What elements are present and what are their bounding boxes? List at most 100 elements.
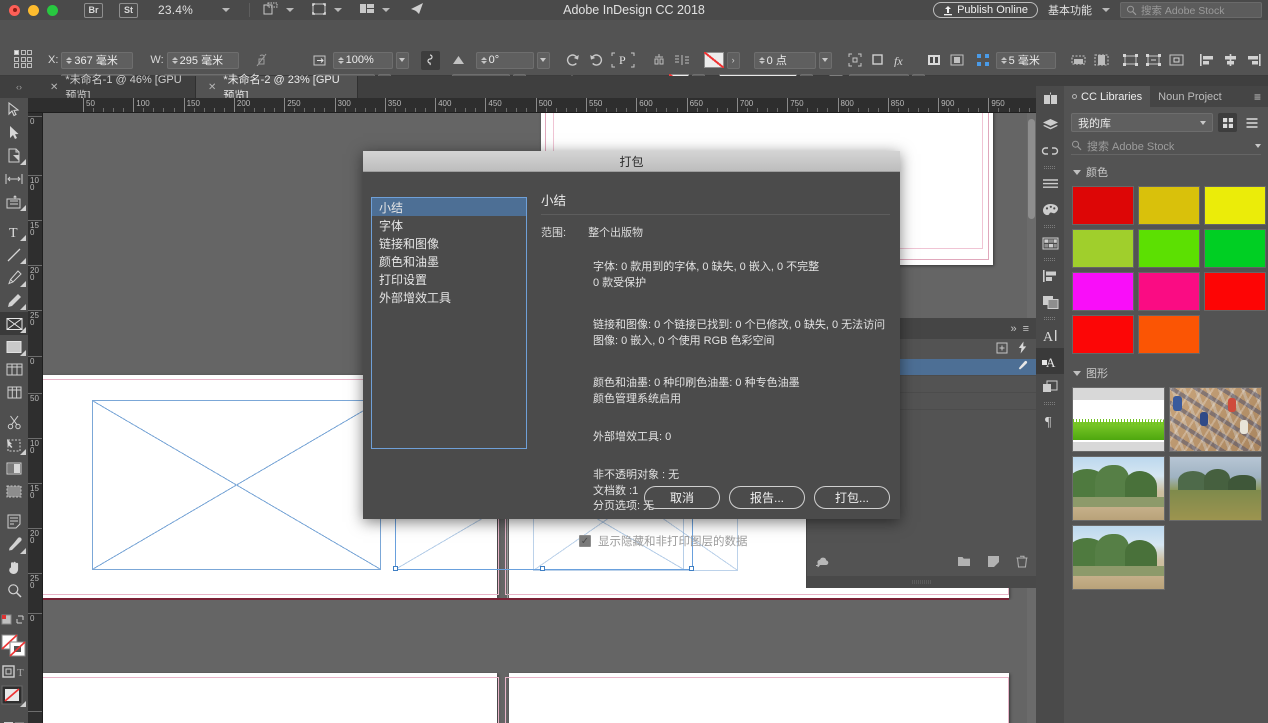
graphic-thumbnail-guilin-mountains[interactable]: [1072, 456, 1165, 521]
search-chevron-icon[interactable]: [1255, 143, 1261, 148]
selection-handle-bl[interactable]: [393, 566, 398, 571]
tool-type[interactable]: T: [0, 220, 28, 243]
tool-free-transform[interactable]: [0, 358, 28, 381]
screen-mode-icon[interactable]: [311, 2, 327, 19]
x-stepper[interactable]: [66, 56, 73, 64]
swatches-panel-icon[interactable]: [1036, 230, 1064, 256]
effects-fx-icon[interactable]: fx: [891, 50, 913, 70]
stroke-weight-input[interactable]: 0 点: [753, 51, 816, 69]
tool-note[interactable]: [0, 510, 28, 533]
width-input[interactable]: 295 毫米: [166, 51, 239, 69]
fill-frame-proportionally-icon[interactable]: [1092, 50, 1112, 70]
panel-expand-icon[interactable]: »: [1010, 323, 1022, 335]
tool-scissors[interactable]: [0, 411, 28, 434]
rotate-ccw-icon[interactable]: [586, 50, 606, 70]
character-panel-icon[interactable]: A: [1036, 322, 1064, 348]
scale-x-stepper[interactable]: [337, 56, 344, 64]
tool-pencil[interactable]: [0, 289, 28, 312]
arrange-documents-icon[interactable]: [359, 2, 375, 18]
tool-direct-selection[interactable]: [0, 121, 28, 144]
color-swatch-3[interactable]: [1072, 229, 1134, 268]
constrain-scale-toggle[interactable]: [420, 50, 440, 70]
show-hidden-layers-checkbox[interactable]: ✓: [579, 535, 591, 548]
maximize-window-button[interactable]: [47, 4, 58, 16]
bridge-button[interactable]: Br: [84, 2, 103, 18]
paragraph-styles-panel-icon[interactable]: A: [1036, 348, 1064, 374]
tool-fill-stroke-toggle[interactable]: [0, 609, 28, 632]
links-panel-icon[interactable]: [1036, 138, 1064, 164]
align-top-distribute-icon[interactable]: [649, 50, 669, 70]
workspace-chevron-icon[interactable]: [1102, 8, 1110, 12]
window-controls[interactable]: [0, 4, 58, 16]
horizontal-ruler[interactable]: 50 100 150 200 250 300 350 400 450 500 550 600 650 70…: [28, 98, 1036, 113]
color-panel-icon[interactable]: [1036, 197, 1064, 223]
new-style-group-icon[interactable]: [996, 342, 1008, 357]
stroke-weight-dropdown[interactable]: [818, 51, 832, 69]
formatting-affects-container[interactable]: T: [0, 660, 28, 683]
normal-view-mode[interactable]: [0, 716, 28, 723]
arrange-chevron-icon[interactable]: [382, 8, 391, 12]
show-hidden-layers-row[interactable]: ✓ 显示隐藏和非打印图层的数据: [579, 533, 890, 549]
tool-rectangle-frame[interactable]: [0, 312, 28, 335]
gap-stepper[interactable]: [1000, 56, 1007, 64]
grid-view-button[interactable]: [1218, 113, 1237, 132]
color-swatch-7[interactable]: [1138, 272, 1200, 311]
graphic-thumbnail-grass[interactable]: [1072, 387, 1165, 452]
tool-page[interactable]: [0, 144, 28, 167]
color-swatch-1[interactable]: [1138, 186, 1200, 225]
package-dialog[interactable]: 打包 小结 字体 链接和图像 颜色和油墨 打印设置 外部增效工具 小结 范围: 整个出版物…: [363, 151, 900, 548]
tab-scroll-icon[interactable]: ‹›: [0, 76, 38, 98]
rotation-angle-input[interactable]: 0°: [475, 51, 534, 69]
screen-mode-chevron-icon[interactable]: [334, 8, 343, 12]
tool-zoom[interactable]: [0, 579, 28, 602]
publish-online-button[interactable]: Publish Online: [933, 2, 1038, 18]
dialog-nav-item-1[interactable]: 字体: [372, 216, 526, 234]
document-tab-1[interactable]: ✕ *未命名-1 @ 46% [GPU 预览]: [38, 74, 196, 102]
tool-table[interactable]: [0, 381, 28, 404]
cancel-button[interactable]: 取消: [644, 486, 720, 509]
selection-handle-br[interactable]: [689, 566, 694, 571]
color-swatch-5[interactable]: [1204, 229, 1266, 268]
behance-share-icon[interactable]: [409, 2, 425, 19]
gap-value-input[interactable]: 5 毫米: [995, 51, 1056, 69]
adobe-stock-search-input[interactable]: 搜索 Adobe Stock: [1120, 2, 1262, 18]
dialog-nav-item-3[interactable]: 颜色和油墨: [372, 252, 526, 270]
panel-resize-grip[interactable]: [807, 576, 1036, 588]
dialog-nav-item-4[interactable]: 打印设置: [372, 270, 526, 288]
image-placeholder-frame-left[interactable]: [92, 400, 381, 570]
new-group-folder-icon[interactable]: [957, 555, 971, 571]
eyedropper-small-icon[interactable]: [1017, 360, 1028, 374]
drop-shadow-icon[interactable]: [868, 50, 888, 70]
corner-options-icon[interactable]: [845, 50, 865, 70]
tool-line[interactable]: [0, 243, 28, 266]
align-left-icon[interactable]: [1198, 50, 1218, 70]
effects-panel-icon[interactable]: [1036, 289, 1064, 315]
tool-pen[interactable]: [0, 266, 28, 289]
fill-color-swatch[interactable]: [703, 52, 724, 68]
fit-frame-to-content-icon[interactable]: [1121, 50, 1141, 70]
rotation-dropdown[interactable]: [536, 51, 550, 69]
tool-gradient-swatch[interactable]: [0, 457, 28, 480]
graphic-thumbnail-field-mountains[interactable]: [1169, 456, 1262, 521]
tool-content-collector[interactable]: [0, 190, 28, 213]
new-style-icon[interactable]: [987, 555, 1000, 571]
color-swatch-9[interactable]: [1072, 315, 1134, 354]
reference-point-proxy[interactable]: [14, 50, 32, 68]
fill-color-dropdown[interactable]: ›: [726, 51, 740, 69]
close-window-button[interactable]: [9, 4, 20, 16]
view-options-icon[interactable]: [263, 2, 279, 19]
overprint-preview-icon[interactable]: P: [609, 50, 637, 70]
text-wrap-icon[interactable]: [672, 50, 692, 70]
view-chevron-icon[interactable]: [286, 8, 295, 12]
panel-options-menu-icon[interactable]: ≡: [1023, 323, 1036, 335]
scrollbar-thumb[interactable]: [1028, 119, 1035, 219]
scale-x-input[interactable]: 100%: [332, 51, 393, 69]
workspace-selector[interactable]: 基本功能: [1048, 2, 1092, 18]
dialog-nav-item-0[interactable]: 小结: [372, 198, 526, 216]
tab-noun-project[interactable]: Noun Project: [1150, 86, 1230, 107]
align-center-h-icon[interactable]: [947, 50, 967, 70]
package-button[interactable]: 打包...: [814, 486, 890, 509]
pilcrow-panel-icon[interactable]: ¶: [1036, 407, 1064, 433]
quick-apply-panel-icon[interactable]: [1018, 341, 1027, 357]
library-chevron-icon[interactable]: [1200, 120, 1206, 125]
